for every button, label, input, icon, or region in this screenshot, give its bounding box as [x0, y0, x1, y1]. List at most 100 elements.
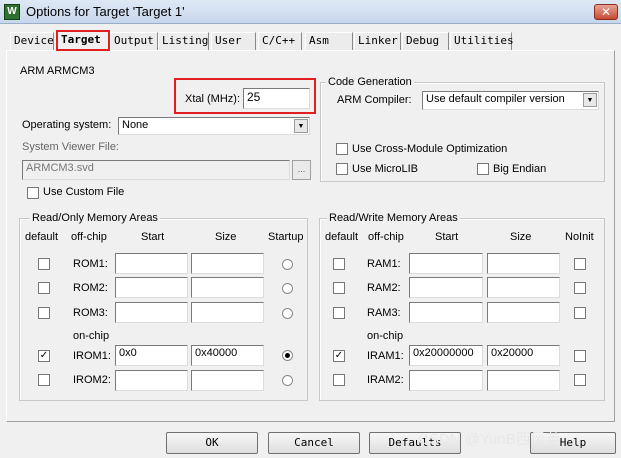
tab-output[interactable]: Output	[110, 32, 158, 50]
ram1-noinit-checkbox[interactable]	[574, 258, 586, 270]
irom1-start-input[interactable]: 0x0	[115, 345, 188, 366]
rom3-startup-radio[interactable]	[282, 308, 293, 319]
tab-linker[interactable]: Linker	[354, 32, 401, 50]
ram1-default-checkbox[interactable]	[333, 258, 345, 270]
chevron-down-icon[interactable]: ▼	[294, 119, 308, 133]
ram3-default-checkbox[interactable]	[333, 307, 345, 319]
tab-target[interactable]: Target	[56, 30, 110, 51]
rom2-label: ROM2:	[73, 282, 108, 294]
ram1-size-input[interactable]	[487, 253, 560, 274]
tab-utilities[interactable]: Utilities	[450, 32, 514, 50]
iram1-default-checkbox[interactable]: ✓	[333, 350, 345, 362]
tab-device[interactable]: Device	[10, 32, 54, 50]
system-viewer-input: ARMCM3.svd	[22, 160, 290, 180]
rom2-startup-radio[interactable]	[282, 283, 293, 294]
rw-header-offchip: off-chip	[368, 231, 404, 243]
device-name: ARM ARMCM3	[20, 65, 95, 77]
ro-memory-title: Read/Only Memory Areas	[30, 212, 160, 224]
window-title: Options for Target 'Target 1'	[26, 4, 185, 19]
tab-debug[interactable]: Debug	[402, 32, 449, 50]
browse-button: ...	[292, 160, 311, 180]
arm-compiler-label: ARM Compiler:	[337, 94, 412, 106]
ro-header-start: Start	[141, 231, 165, 243]
ram1-label: RAM1:	[367, 258, 401, 270]
ro-header-offchip: off-chip	[71, 231, 107, 243]
iram1-noinit-checkbox[interactable]	[574, 350, 586, 362]
rom1-size-input[interactable]	[191, 253, 264, 274]
title-bar: W Options for Target 'Target 1' ✕	[0, 0, 621, 24]
ram2-size-input[interactable]	[487, 277, 560, 298]
rom1-default-checkbox[interactable]	[38, 258, 50, 270]
keil-app-icon: W	[4, 4, 20, 20]
arm-compiler-select[interactable]: Use default compiler version ▼	[422, 91, 599, 110]
ram3-noinit-checkbox[interactable]	[574, 307, 586, 319]
code-generation-title: Code Generation	[326, 76, 414, 88]
ram1-start-input[interactable]	[409, 253, 483, 274]
rom1-start-input[interactable]	[115, 253, 188, 274]
rw-memory-title: Read/Write Memory Areas	[327, 212, 460, 224]
operating-system-select[interactable]: None ▼	[118, 117, 310, 135]
rw-header-size: Size	[510, 231, 532, 243]
irom2-start-input[interactable]	[115, 370, 188, 391]
ram2-start-input[interactable]	[409, 277, 483, 298]
ram2-noinit-checkbox[interactable]	[574, 282, 586, 294]
rom3-default-checkbox[interactable]	[38, 307, 50, 319]
rw-header-start: Start	[435, 231, 459, 243]
irom2-size-input[interactable]	[191, 370, 264, 391]
use-custom-file-label: Use Custom File	[43, 186, 125, 198]
rw-header-default: default	[325, 231, 359, 243]
ram2-default-checkbox[interactable]	[333, 282, 345, 294]
big-endian-checkbox[interactable]	[477, 163, 489, 175]
irom2-default-checkbox[interactable]	[38, 374, 50, 386]
cancel-button[interactable]: Cancel	[268, 432, 360, 454]
iram1-size-input[interactable]: 0x20000	[487, 345, 560, 366]
tab-listing[interactable]: Listing	[158, 32, 209, 50]
xtal-label: Xtal (MHz):	[185, 93, 240, 105]
iram1-start-input[interactable]: 0x20000000	[409, 345, 483, 366]
rom3-label: ROM3:	[73, 307, 108, 319]
tab-user[interactable]: User	[211, 32, 256, 50]
big-endian-label: Big Endian	[493, 163, 547, 175]
ro-onchip-label: on-chip	[73, 330, 110, 342]
iram2-default-checkbox[interactable]	[333, 374, 345, 386]
irom2-startup-radio[interactable]	[282, 375, 293, 386]
iram2-label: IRAM2:	[367, 374, 404, 386]
use-custom-file-checkbox[interactable]	[27, 187, 39, 199]
ok-button[interactable]: OK	[166, 432, 258, 454]
system-viewer-label: System Viewer File:	[22, 141, 119, 153]
irom1-default-checkbox[interactable]: ✓	[38, 350, 50, 362]
cross-module-checkbox[interactable]	[336, 143, 348, 155]
rom2-size-input[interactable]	[191, 277, 264, 298]
ro-header-startup: Startup	[268, 231, 304, 243]
iram2-size-input[interactable]	[487, 370, 560, 391]
ram3-label: RAM3:	[367, 307, 401, 319]
rom1-startup-radio[interactable]	[282, 259, 293, 270]
irom2-label: IROM2:	[73, 374, 111, 386]
irom1-label: IROM1:	[73, 350, 111, 362]
rw-onchip-label: on-chip	[367, 330, 404, 342]
rom3-start-input[interactable]	[115, 302, 188, 323]
iram2-start-input[interactable]	[409, 370, 483, 391]
arm-compiler-value: Use default compiler version	[426, 93, 565, 105]
irom1-startup-radio[interactable]	[282, 350, 293, 361]
rom2-default-checkbox[interactable]	[38, 282, 50, 294]
irom1-size-input[interactable]: 0x40000	[191, 345, 264, 366]
ram3-size-input[interactable]	[487, 302, 560, 323]
rw-header-noinit: NoInit	[565, 231, 594, 243]
tab-asm[interactable]: Asm	[305, 32, 353, 50]
xtal-input[interactable]: 25	[243, 88, 310, 109]
watermark-text: CSDN @YunB西风英	[418, 431, 561, 448]
iram2-noinit-checkbox[interactable]	[574, 374, 586, 386]
ro-header-size: Size	[215, 231, 237, 243]
rom3-size-input[interactable]	[191, 302, 264, 323]
ram3-start-input[interactable]	[409, 302, 483, 323]
microlib-checkbox[interactable]	[336, 163, 348, 175]
ram2-label: RAM2:	[367, 282, 401, 294]
rom2-start-input[interactable]	[115, 277, 188, 298]
cross-module-label: Use Cross-Module Optimization	[352, 143, 508, 155]
ro-header-default: default	[25, 231, 59, 243]
tab-cpp[interactable]: C/C++	[258, 32, 302, 50]
close-button[interactable]: ✕	[594, 4, 618, 20]
microlib-label: Use MicroLIB	[352, 163, 419, 175]
chevron-down-icon[interactable]: ▼	[583, 93, 597, 107]
